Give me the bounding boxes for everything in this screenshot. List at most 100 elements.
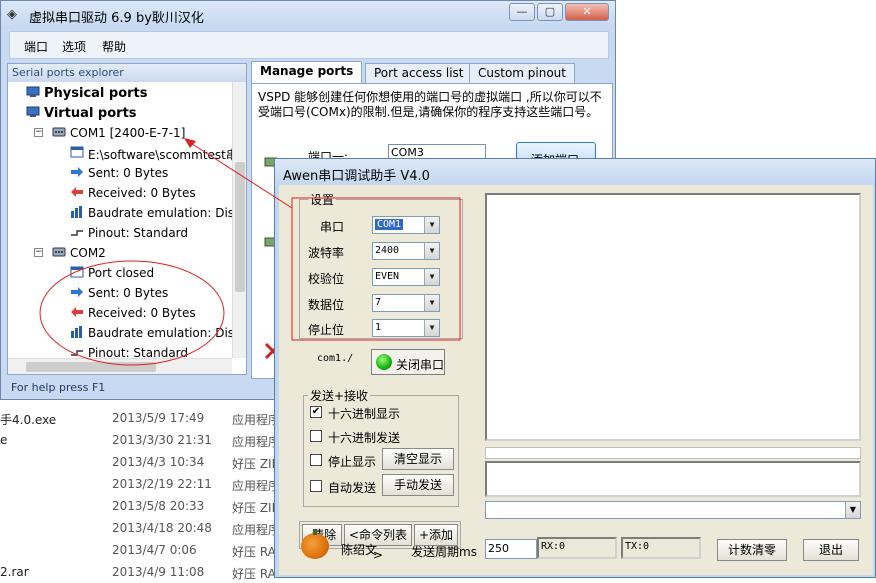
close-icon: ✕ <box>582 5 592 18</box>
port-label: 串口 <box>320 220 345 234</box>
tree-com1-sent[interactable]: Sent: 0 Bytes <box>70 163 232 183</box>
send-history-combo[interactable]: ▼ <box>485 501 861 519</box>
tree-com1-baudrate[interactable]: Baudrate emulation: Dis <box>70 203 232 223</box>
tab-manage-ports[interactable]: Manage ports <box>251 61 363 83</box>
vspd-title: 虚拟串口驱动 6.9 by耿川汉化 <box>29 11 204 26</box>
tree-com1[interactable]: COM1 [2400-E-7-1] <box>52 123 232 143</box>
baudrate-label: 波特率 <box>308 246 345 260</box>
file-type: 应用程序 <box>232 523 281 537</box>
tree-com2-baudrate[interactable]: Baudrate emulation: Dis <box>70 323 232 343</box>
serial-port-icon <box>52 247 66 257</box>
window-app-icon <box>70 266 84 278</box>
serial-ports-explorer: Serial ports explorer Physical ports Vir… <box>7 63 247 375</box>
bar-chart-icon <box>71 326 82 338</box>
chevron-down-icon: ▼ <box>424 243 439 259</box>
period-label: 发送周期ms <box>411 545 477 559</box>
menu-help[interactable]: 帮助 <box>102 38 126 55</box>
minimize-icon: — <box>516 5 528 18</box>
file-date: 2013/5/8 20:33 <box>112 499 205 513</box>
arrow-right-icon <box>71 287 83 297</box>
checkmark-icon: ✔ <box>311 406 321 417</box>
stopbits-label: 停止位 <box>308 323 345 337</box>
tree-horizontal-scrollbar[interactable] <box>8 358 232 374</box>
receive-textarea[interactable] <box>485 193 861 441</box>
computer-icon <box>26 106 40 117</box>
com1-collapse-toggle[interactable]: − <box>34 128 43 137</box>
send-receive-title: 发送+接收 <box>308 387 371 404</box>
tree-vertical-scrollbar[interactable] <box>232 82 246 358</box>
rx-counter: RX:0 <box>537 537 617 559</box>
vspd-titlebar[interactable]: ◈ 虚拟串口驱动 6.9 by耿川汉化 — ▢ ✕ <box>1 1 615 29</box>
tree-com2[interactable]: COM2 <box>52 243 232 263</box>
send-textarea[interactable] <box>485 461 861 497</box>
baudrate-select[interactable]: 2400 ▼ <box>372 242 440 260</box>
hex-display-label: 十六进制显示 <box>328 407 401 421</box>
send-receive-group: 发送+接收 ✔ 十六进制显示 十六进制发送 停止显示 清空显示 自动发送 手动发… <box>303 387 459 507</box>
auto-send-label: 自动发送 <box>328 481 377 495</box>
tree-com1-pinout[interactable]: Pinout: Standard <box>70 223 232 243</box>
arrow-right-icon <box>71 167 83 177</box>
file-date: 2013/4/18 20:48 <box>112 521 212 535</box>
tree-virtual-ports[interactable]: Virtual ports <box>26 103 226 123</box>
settings-group: 设置 串口 COM1 ▼ 波特率 2400 ▼ 校验位 EVEN ▼ 数据位 7 ▼ 停… <box>299 191 463 339</box>
awen-window: Awen串口调试助手 V4.0 设置 串口 COM1 ▼ 波特率 2400 ▼ 校验… <box>274 158 876 578</box>
chevron-down-icon: ▼ <box>424 295 439 311</box>
arrow-left-icon <box>71 307 83 317</box>
auto-send-checkbox[interactable] <box>310 480 322 492</box>
stop-display-label: 停止显示 <box>328 455 377 469</box>
settings-title: 设置 <box>308 191 337 208</box>
close-button[interactable]: ✕ <box>565 3 609 21</box>
maximize-button[interactable]: ▢ <box>537 3 563 21</box>
tree-physical-ports[interactable]: Physical ports <box>26 83 226 103</box>
file-date: 2013/4/9 11:08 <box>112 565 205 579</box>
explorer-header: Serial ports explorer <box>8 64 246 82</box>
port-select[interactable]: COM1 ▼ <box>372 216 440 234</box>
close-port-button[interactable]: 关闭串口 <box>371 349 445 375</box>
bar-chart-icon <box>71 206 82 218</box>
databits-label: 数据位 <box>308 298 345 312</box>
file-date: 2013/5/9 17:49 <box>112 411 205 425</box>
minimize-button[interactable]: — <box>509 3 535 21</box>
file-type: 应用程序 <box>232 413 281 427</box>
file-type: 好压 ZIP <box>232 457 279 471</box>
menu-port[interactable]: 端口 <box>24 38 48 55</box>
manual-send-button[interactable]: 手动发送 <box>382 474 454 496</box>
hex-display-checkbox[interactable]: ✔ <box>310 406 322 418</box>
panel-description: VSPD 能够创建任何你想使用的端口号的虚拟端口 ,所以你可以不受端口号(COM… <box>258 90 602 119</box>
tab-port-access-list[interactable]: Port access list <box>365 63 473 83</box>
clear-display-button[interactable]: 清空显示 <box>382 448 454 470</box>
menu-options[interactable]: 选项 <box>62 38 86 55</box>
tree-com1-received[interactable]: Received: 0 Bytes <box>70 183 232 203</box>
period-input[interactable]: 250 <box>485 539 537 559</box>
file-type: 应用程序 <box>232 435 281 449</box>
arrow-left-icon <box>71 187 83 197</box>
chevron-down-icon: ▼ <box>424 269 439 285</box>
stop-display-checkbox[interactable] <box>310 454 322 466</box>
tree-com2-sent[interactable]: Sent: 0 Bytes <box>70 283 232 303</box>
hex-send-checkbox[interactable] <box>310 430 322 442</box>
scroll-thumb[interactable] <box>26 362 156 372</box>
tab-custom-pinout[interactable]: Custom pinout <box>469 63 575 83</box>
receive-status-strip <box>485 447 861 459</box>
file-name: 2.rar <box>0 565 29 579</box>
vspd-tabs: Manage ports Port access list Custom pin… <box>251 61 613 83</box>
stopbits-select[interactable]: 1 ▼ <box>372 319 440 337</box>
file-date: 2013/4/3 10:34 <box>112 455 205 469</box>
window-app-icon <box>70 146 84 158</box>
tree-com2-status[interactable]: Port closed <box>70 263 232 283</box>
parity-select[interactable]: EVEN ▼ <box>372 268 440 286</box>
tree-com2-received[interactable]: Received: 0 Bytes <box>70 303 232 323</box>
tree-com2-pinout[interactable]: Pinout: Standard <box>70 343 232 358</box>
com2-collapse-toggle[interactable]: − <box>34 248 43 257</box>
file-name: e <box>0 433 8 447</box>
computer-icon <box>26 86 40 97</box>
tree-com1-app[interactable]: E:\software\scommtest串 <box>70 143 232 163</box>
file-date: 2013/2/19 22:11 <box>112 477 212 491</box>
status-led-icon <box>376 354 392 370</box>
app-icon: ◈ <box>7 7 17 22</box>
exit-button[interactable]: 退出 <box>803 539 859 561</box>
scroll-thumb[interactable] <box>235 162 245 292</box>
reset-count-button[interactable]: 计数清零 <box>717 539 787 561</box>
databits-select[interactable]: 7 ▼ <box>372 294 440 312</box>
awen-titlebar[interactable]: Awen串口调试助手 V4.0 <box>275 159 875 185</box>
